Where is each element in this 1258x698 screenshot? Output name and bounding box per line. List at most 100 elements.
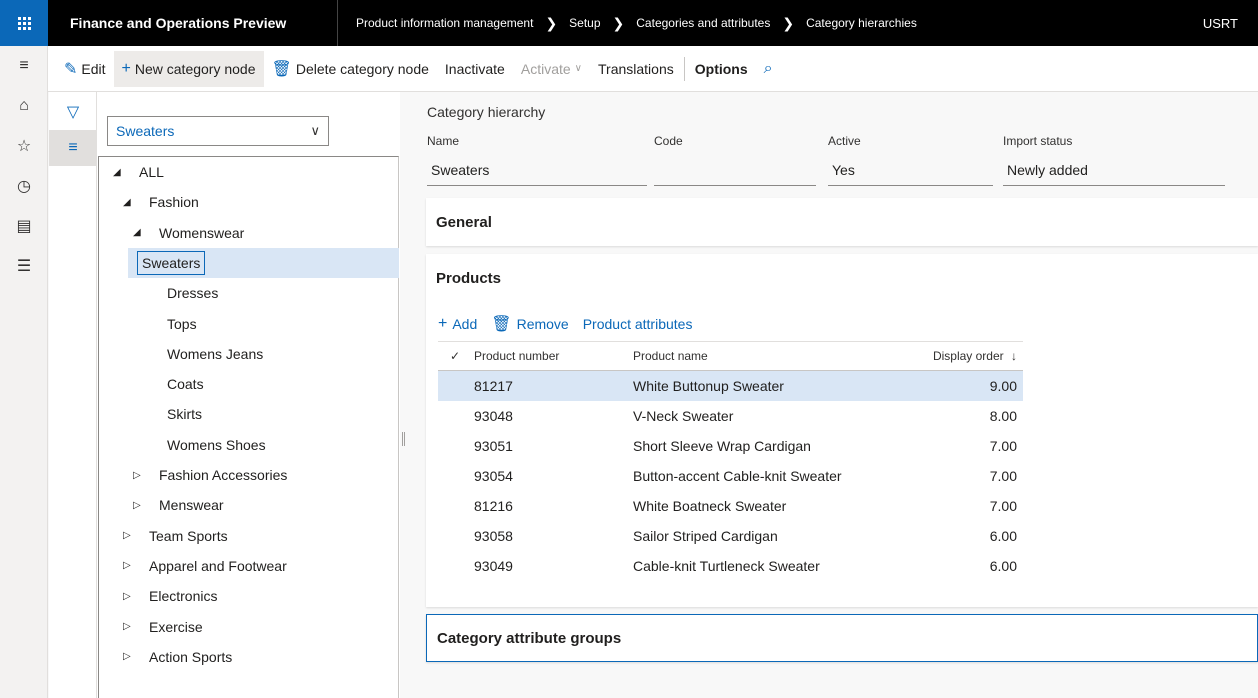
tree-node[interactable]: ▷ Fashion Accessories	[133, 460, 287, 490]
delete-category-node-button[interactable]: 🗑 Delete category node	[264, 51, 437, 87]
collapsed-triangle-icon[interactable]: ▷	[133, 470, 149, 481]
table-row[interactable]: 93054 Button-accent Cable-knit Sweater 7.0…	[438, 461, 1023, 491]
display-order-cell: 7.00	[989, 498, 1017, 514]
collapsed-triangle-icon[interactable]: ▷	[133, 500, 149, 511]
product-attributes-button[interactable]: Product attributes	[583, 316, 693, 332]
collapsed-triangle-icon[interactable]: ▷	[123, 621, 139, 632]
tree-node[interactable]: Dresses	[167, 278, 218, 308]
app-title[interactable]: Finance and Operations Preview	[48, 0, 338, 46]
display-order-cell: 7.00	[989, 438, 1017, 454]
table-row[interactable]: 93049 Cable-knit Turtleneck Sweater 6.00	[438, 551, 1023, 581]
tree-node[interactable]: Womens Shoes	[167, 430, 266, 460]
workspaces-icon[interactable]: ▤	[0, 206, 48, 246]
tree-node[interactable]: ◢ ALL	[113, 157, 164, 187]
translations-button[interactable]: Translations	[590, 51, 682, 87]
general-header: General	[436, 214, 492, 231]
table-row[interactable]: 93048 V-Neck Sweater 8.00	[438, 401, 1023, 431]
column-header-display-order[interactable]: Display order ↓	[893, 349, 1023, 363]
breadcrumb-item-page[interactable]: Category hierarchies	[806, 16, 917, 30]
tree-node[interactable]: ◢ Fashion	[123, 187, 199, 217]
options-tab[interactable]: Options	[687, 51, 756, 87]
display-order-cell: 7.00	[989, 468, 1017, 484]
category-attribute-groups-fasttab[interactable]: Category attribute groups	[426, 614, 1258, 662]
hierarchy-selector-value: Sweaters	[116, 123, 175, 139]
product-number-cell: 93048	[474, 408, 513, 424]
tree-node[interactable]: ▷ Team Sports	[123, 521, 228, 551]
tree-node[interactable]: ▷ Menswear	[133, 490, 224, 520]
navigation-pane: ≡ ⌂ ☆ ◷ ▤ ☰	[0, 46, 48, 698]
product-number-cell: 93051	[474, 438, 513, 454]
table-row[interactable]: 93051 Short Sleeve Wrap Cardigan 7.00	[438, 431, 1023, 461]
filter-icon[interactable]: ▽	[49, 94, 97, 130]
pane-splitter[interactable]	[402, 432, 405, 446]
tree-node[interactable]: ▷ Exercise	[123, 612, 203, 642]
table-row[interactable]: 81216 White Boatneck Sweater 7.00	[438, 491, 1023, 521]
company-picker[interactable]: USRT	[1203, 16, 1258, 31]
home-icon[interactable]: ⌂	[0, 86, 48, 126]
collapsed-triangle-icon[interactable]: ▷	[123, 530, 139, 541]
category-tree: ◢ ALL ◢ Fashion ◢ Womenswear Sweaters Dresses To…	[98, 156, 399, 698]
active-field: Active Yes	[828, 134, 993, 186]
tree-node-label: Sweaters	[137, 250, 206, 275]
chevron-right-icon: ❯	[545, 14, 558, 31]
active-input[interactable]: Yes	[828, 156, 993, 186]
hierarchy-selector[interactable]: Sweaters ∨	[107, 116, 329, 146]
column-header-product-name[interactable]: Product name	[633, 349, 893, 363]
inactivate-button[interactable]: Inactivate	[437, 51, 513, 87]
import-status-input[interactable]: Newly added	[1003, 156, 1225, 186]
tree-node-label: Dresses	[167, 285, 219, 302]
sort-descending-icon: ↓	[1011, 349, 1017, 363]
select-all-checkmark-icon[interactable]: ✓	[438, 349, 472, 363]
name-label: Name	[427, 134, 460, 148]
product-name-cell: White Boatneck Sweater	[633, 498, 787, 514]
chevron-down-icon: ∨	[310, 123, 320, 138]
collapsed-triangle-icon[interactable]: ▷	[123, 560, 139, 571]
products-header[interactable]: Products	[436, 270, 501, 287]
edit-button[interactable]: ✎ Edit	[56, 51, 114, 87]
collapsed-triangle-icon[interactable]: ▷	[123, 651, 139, 662]
tree-node[interactable]: ▷ Electronics	[123, 581, 217, 611]
tree-node-label: Coats	[167, 376, 204, 393]
tree-node[interactable]: ▷ Action Sports	[123, 642, 232, 672]
tree-node[interactable]: ▷ Apparel and Footwear	[123, 551, 287, 581]
name-input[interactable]: Sweaters	[427, 156, 647, 186]
recent-clock-icon[interactable]: ◷	[0, 166, 48, 206]
tree-node[interactable]: Coats	[167, 369, 204, 399]
collapsed-triangle-icon[interactable]: ▷	[123, 591, 139, 602]
product-number-cell: 93054	[474, 468, 513, 484]
remove-button[interactable]: 🗑 Remove	[491, 314, 568, 334]
expanded-triangle-icon[interactable]: ◢	[113, 167, 129, 178]
breadcrumb-item-module[interactable]: Product information management	[356, 16, 533, 30]
column-header-product-number[interactable]: Product number	[472, 349, 633, 363]
activate-button[interactable]: Activate ∨	[513, 51, 590, 87]
list-view-icon[interactable]: ≡	[49, 130, 97, 166]
products-grid: ✓ Product number Product name Display or…	[438, 341, 1023, 581]
expanded-triangle-icon[interactable]: ◢	[133, 227, 149, 238]
tree-node[interactable]: Skirts	[167, 399, 202, 429]
table-row[interactable]: 81217 White Buttonup Sweater 9.00	[438, 371, 1023, 401]
favorites-star-icon[interactable]: ☆	[0, 126, 48, 166]
code-input[interactable]	[654, 156, 816, 186]
tree-node[interactable]: Sweaters	[128, 247, 399, 278]
product-number-cell: 93049	[474, 558, 513, 574]
general-fasttab[interactable]: General	[426, 198, 1258, 246]
tree-node[interactable]: Womens Jeans	[167, 339, 263, 369]
modules-list-icon[interactable]: ☰	[0, 246, 48, 286]
table-row[interactable]: 93058 Sailor Striped Cardigan 6.00	[438, 521, 1023, 551]
new-category-node-button[interactable]: + New category node	[113, 50, 264, 87]
app-launcher-icon[interactable]	[0, 0, 48, 46]
search-icon[interactable]: ⌕	[756, 51, 785, 87]
hamburger-menu-icon[interactable]: ≡	[0, 46, 48, 86]
product-name-cell: Button-accent Cable-knit Sweater	[633, 468, 842, 484]
expanded-triangle-icon[interactable]: ◢	[123, 197, 139, 208]
trash-icon: 🗑	[271, 60, 292, 78]
product-number-cell: 93058	[474, 528, 513, 544]
tree-node[interactable]: ◢ Womenswear	[133, 218, 244, 248]
top-bar: Finance and Operations Preview Product i…	[0, 0, 1258, 46]
breadcrumb-item-setup[interactable]: Setup	[569, 16, 600, 30]
tree-node[interactable]: Tops	[167, 309, 197, 339]
add-button[interactable]: + Add	[438, 315, 477, 333]
tree-node-label: Skirts	[167, 406, 202, 423]
tree-node-label: Tops	[167, 315, 197, 332]
breadcrumb-item-categories[interactable]: Categories and attributes	[636, 16, 770, 30]
